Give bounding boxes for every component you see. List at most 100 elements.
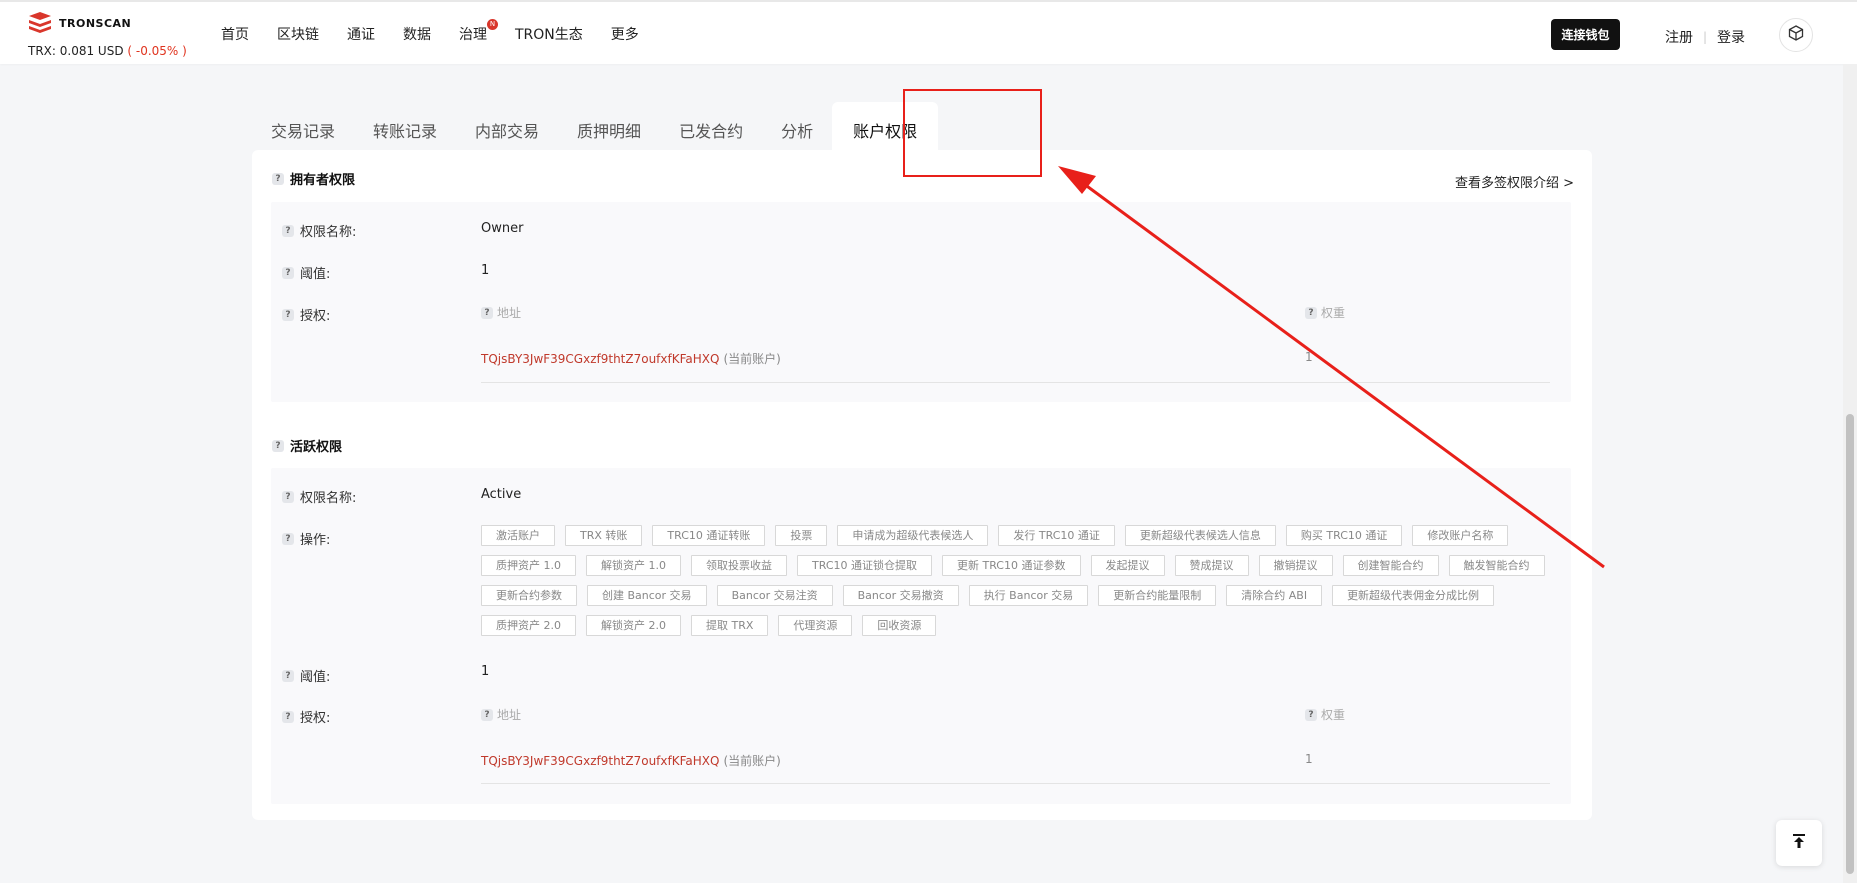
back-to-top-button[interactable]	[1776, 820, 1822, 866]
trx-price-value: TRX: 0.081 USD	[28, 44, 124, 58]
help-icon[interactable]: ?	[282, 710, 294, 723]
help-icon[interactable]: ?	[481, 306, 493, 319]
column-header-text: 地址	[497, 708, 522, 722]
operation-tag: Bancor 交易注资	[716, 585, 833, 606]
operation-tag: 更新 TRC10 通证参数	[942, 555, 1081, 576]
label-text: 操作:	[300, 533, 331, 548]
operation-tag: 领取投票收益	[691, 555, 787, 576]
active-address-row: TQjsBY3JwF39CGxzf9thtZ7oufxfKFaHXQ (当前账户)	[481, 752, 781, 769]
nav-more[interactable]: 更多	[611, 24, 639, 44]
multisig-intro-link[interactable]: 查看多签权限介绍 >	[1455, 172, 1574, 191]
operation-tag: 代理资源	[778, 615, 853, 636]
nav-data[interactable]: 数据	[403, 24, 431, 44]
active-address-header: ? 地址	[481, 706, 521, 723]
active-threshold-label: ? 阈值:	[282, 666, 330, 685]
register-link[interactable]: 注册	[1665, 27, 1693, 47]
arrow-up-bar-icon	[1792, 833, 1806, 853]
auth-separator: |	[1703, 30, 1708, 44]
help-icon[interactable]: ?	[1305, 306, 1317, 319]
brand-name: TRONSCAN	[59, 16, 132, 30]
operation-tag: Bancor 交易撤资	[842, 585, 959, 606]
help-icon[interactable]: ?	[272, 439, 284, 452]
operation-tag: 更新合约能量限制	[1098, 585, 1217, 606]
scrollbar-thumb[interactable]	[1846, 414, 1854, 874]
auth-links: 注册 | 登录	[1665, 27, 1745, 47]
top-header: TRONSCAN TRX: 0.081 USD ( -0.05% ) 首页 区块…	[0, 0, 1857, 64]
account-tabs: 交易记录 转账记录 内部交易 质押明细 已发合约 分析 账户权限	[252, 102, 939, 152]
label-text: 阈值:	[300, 267, 331, 282]
row-divider	[481, 382, 1550, 383]
operation-tag: TRX 转账	[565, 525, 643, 546]
row-divider	[481, 783, 1550, 784]
active-auth-label: ? 授权:	[282, 707, 330, 726]
help-icon[interactable]: ?	[282, 266, 294, 279]
owner-address-row: TQjsBY3JwF39CGxzf9thtZ7oufxfKFaHXQ (当前账户)	[481, 350, 781, 367]
tab-transfers[interactable]: 转账记录	[354, 102, 456, 152]
owner-auth-label: ? 授权:	[282, 305, 330, 324]
help-icon[interactable]: ?	[1305, 708, 1317, 721]
operation-tag: TRC10 通证锁仓提取	[797, 555, 932, 576]
nav-tokens[interactable]: 通证	[347, 24, 375, 44]
operation-tag: 更新超级代表佣金分成比例	[1332, 585, 1495, 606]
current-account-tag: (当前账户)	[723, 754, 781, 768]
operation-tag: 更新合约参数	[481, 585, 577, 606]
operation-tag: 赞成提议	[1174, 555, 1249, 576]
operation-tag: 提取 TRX	[691, 615, 769, 636]
operation-tag: 清除合约 ABI	[1226, 585, 1323, 606]
login-link[interactable]: 登录	[1717, 27, 1745, 47]
connect-wallet-button[interactable]: 连接钱包	[1551, 19, 1620, 50]
active-address-link[interactable]: TQjsBY3JwF39CGxzf9thtZ7oufxfKFaHXQ	[481, 754, 719, 768]
operation-tag: 解锁资产 1.0	[586, 555, 681, 576]
active-permission-panel: ? 权限名称: Active ? 操作: 激活账户 TRX 转账 TRC10 通证转账投…	[271, 468, 1571, 804]
operation-tag: 激活账户	[481, 525, 555, 546]
help-icon[interactable]: ?	[282, 490, 294, 503]
label-text: 阈值:	[300, 670, 331, 685]
active-permission-heading: 活跃权限	[290, 440, 343, 455]
nav-blockchain[interactable]: 区块链	[277, 24, 319, 44]
tab-transactions[interactable]: 交易记录	[252, 102, 354, 152]
active-weight-header: ? 权重	[1305, 706, 1345, 723]
operation-tag: TRC10 通证转账	[652, 525, 766, 546]
owner-threshold-value: 1	[481, 263, 490, 278]
label-text: 权限名称:	[300, 491, 357, 506]
operation-tag: 撤销提议	[1258, 555, 1333, 576]
column-header-text: 地址	[497, 306, 522, 320]
operation-tag: 修改账户名称	[1412, 525, 1509, 546]
operation-tag: 回收资源	[862, 615, 937, 636]
nav-tron-ecosystem[interactable]: TRON生态	[515, 24, 583, 44]
operation-tag: 更新超级代表候选人信息	[1124, 525, 1276, 546]
help-icon[interactable]: ?	[272, 172, 284, 185]
tronscan-logo[interactable]: TRONSCAN	[27, 12, 131, 34]
operation-tag: 触发智能合约	[1448, 555, 1545, 576]
help-icon[interactable]: ?	[282, 669, 294, 682]
label-text: 授权:	[300, 711, 331, 726]
active-name-label: ? 权限名称:	[282, 487, 356, 506]
operation-tag: 质押资产 1.0	[481, 555, 576, 576]
annotation-highlight-box	[903, 89, 1042, 177]
help-icon[interactable]: ?	[481, 708, 493, 721]
operation-tag: 质押资产 2.0	[481, 615, 576, 636]
column-header-text: 权重	[1321, 306, 1346, 320]
owner-name-value: Owner	[481, 221, 524, 236]
user-menu-button[interactable]	[1779, 18, 1813, 52]
help-icon[interactable]: ?	[282, 532, 294, 545]
tab-stake-details[interactable]: 质押明细	[558, 102, 660, 152]
operation-tag: 发行 TRC10 通证	[998, 525, 1115, 546]
nav-governance[interactable]: 治理 N	[459, 19, 498, 44]
owner-address-link[interactable]: TQjsBY3JwF39CGxzf9thtZ7oufxfKFaHXQ	[481, 352, 719, 366]
tab-analytics[interactable]: 分析	[762, 102, 832, 152]
help-icon[interactable]: ?	[282, 224, 294, 237]
operation-tag: 执行 Bancor 交易	[968, 585, 1089, 606]
operation-tag: 购买 TRC10 通证	[1285, 525, 1403, 546]
label-text: 权限名称:	[300, 225, 357, 240]
owner-weight-header: ? 权重	[1305, 304, 1345, 321]
nav-home[interactable]: 首页	[221, 24, 249, 44]
label-text: 授权:	[300, 309, 331, 324]
tab-deployed-contracts[interactable]: 已发合约	[660, 102, 762, 152]
main-nav: 首页 区块链 通证 数据 治理 N TRON生态 更多	[221, 19, 667, 44]
tab-internal-transactions[interactable]: 内部交易	[456, 102, 558, 152]
cube-icon	[1788, 25, 1804, 45]
current-account-tag: (当前账户)	[723, 352, 781, 366]
new-badge: N	[487, 19, 498, 30]
help-icon[interactable]: ?	[282, 308, 294, 321]
